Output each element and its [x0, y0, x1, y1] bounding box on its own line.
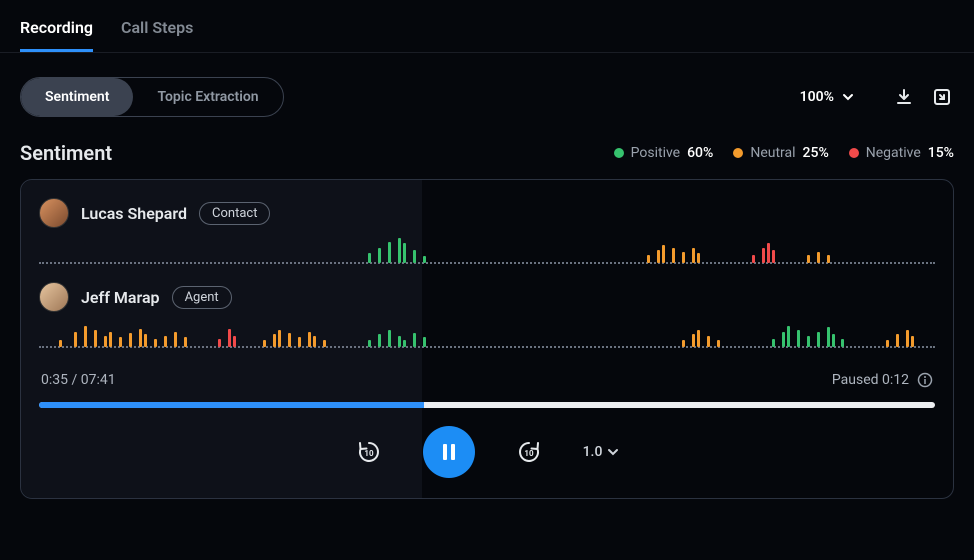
play-pause-button[interactable]: [423, 426, 475, 478]
waveform-0[interactable]: [39, 236, 935, 264]
sentiment-legend: Positive 60% Neutral 25% Negative 15%: [614, 145, 954, 161]
playback-controls: 10 10 1.0: [39, 426, 935, 478]
pause-icon: [439, 442, 459, 462]
legend-negative: Negative 15%: [849, 145, 954, 161]
info-icon[interactable]: [917, 372, 933, 388]
dot-positive: [614, 148, 624, 158]
playback-status: Paused 0:12: [832, 372, 909, 388]
download-icon: [894, 87, 914, 107]
waveform-panel: Lucas Shepard Contact Jeff Marap Agent 0…: [20, 179, 954, 499]
speaker-role-badge: Agent: [172, 286, 232, 309]
section-header: Sentiment Positive 60% Neutral 25% Negat…: [0, 117, 974, 179]
waveform-1[interactable]: [39, 320, 935, 348]
avatar: [39, 282, 69, 312]
speaker-row-0: Lucas Shepard Contact: [39, 198, 935, 228]
expand-icon: [932, 87, 952, 107]
zoom-value: 100%: [800, 89, 834, 105]
forward-10-button[interactable]: 10: [515, 438, 543, 466]
speaker-role-badge: Contact: [199, 202, 270, 225]
waveform-bars-0: [39, 235, 935, 263]
svg-text:10: 10: [364, 449, 374, 458]
progress-fill: [39, 402, 424, 408]
chevron-down-icon: [842, 91, 854, 103]
main-tabs: Recording Call Steps: [0, 0, 974, 53]
section-title: Sentiment: [20, 141, 112, 165]
avatar: [39, 198, 69, 228]
time-row: 0:35 / 07:41 Paused 0:12: [39, 366, 935, 394]
speaker-row-1: Jeff Marap Agent: [39, 282, 935, 312]
segment-sentiment[interactable]: Sentiment: [21, 78, 133, 116]
rewind-10-button[interactable]: 10: [355, 438, 383, 466]
speed-value: 1.0: [583, 444, 603, 460]
segment-topic-extraction[interactable]: Topic Extraction: [133, 78, 282, 116]
dot-neutral: [733, 148, 743, 158]
waveform-bars-1: [39, 319, 935, 347]
expand-button[interactable]: [930, 85, 954, 109]
svg-text:10: 10: [524, 449, 534, 458]
rewind-icon: 10: [355, 438, 383, 466]
time-display: 0:35 / 07:41: [41, 372, 116, 388]
speed-select[interactable]: 1.0: [583, 444, 620, 460]
dot-negative: [849, 148, 859, 158]
tab-call-steps[interactable]: Call Steps: [121, 18, 193, 52]
chevron-down-icon: [607, 446, 619, 458]
speaker-name: Lucas Shepard: [81, 204, 187, 223]
progress-bar[interactable]: [39, 402, 935, 408]
analysis-segment: Sentiment Topic Extraction: [20, 77, 284, 117]
forward-icon: 10: [515, 438, 543, 466]
download-button[interactable]: [892, 85, 916, 109]
legend-neutral: Neutral 25%: [733, 145, 828, 161]
toolbar: Sentiment Topic Extraction 100%: [0, 53, 974, 117]
legend-positive: Positive 60%: [614, 145, 714, 161]
tab-recording[interactable]: Recording: [20, 18, 93, 52]
speaker-name: Jeff Marap: [81, 288, 160, 307]
zoom-select[interactable]: 100%: [800, 89, 854, 105]
